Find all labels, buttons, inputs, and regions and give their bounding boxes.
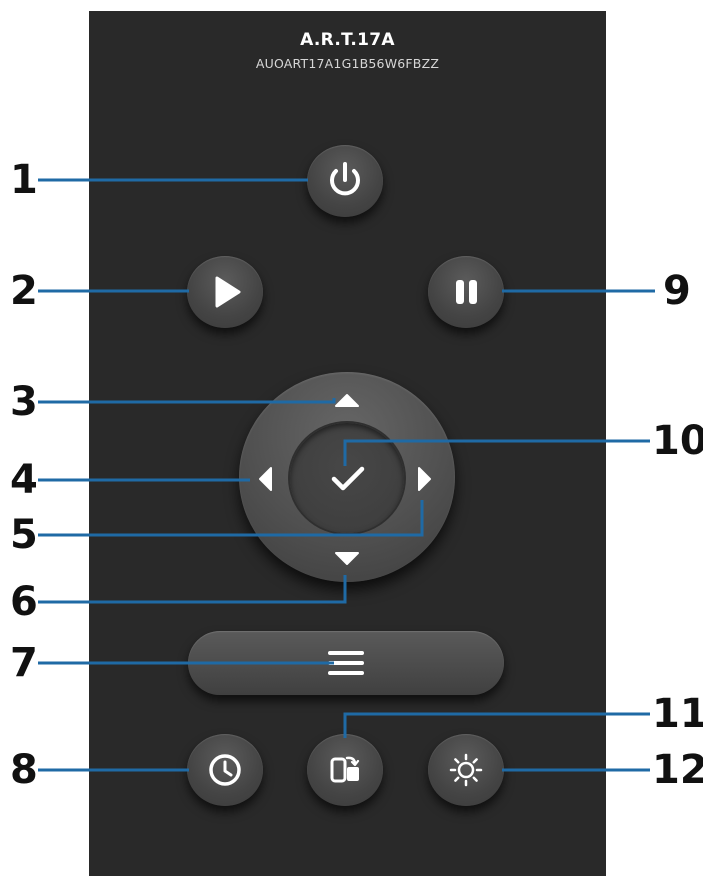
callout-number-10: 10 (652, 418, 703, 464)
callout-number-12: 12 (652, 747, 703, 793)
callout-number-8: 8 (10, 747, 38, 793)
callout-line-6 (38, 575, 347, 604)
callout-line-3 (38, 398, 336, 404)
callout-line-11 (343, 712, 650, 738)
callout-line-5 (38, 500, 424, 537)
callout-number-3: 3 (10, 379, 38, 425)
callout-number-4: 4 (10, 457, 38, 503)
callout-number-7: 7 (10, 640, 38, 686)
callout-number-6: 6 (10, 579, 38, 625)
callout-number-2: 2 (10, 268, 38, 314)
callout-lines (38, 178, 655, 772)
callout-number-11: 11 (652, 691, 703, 737)
callout-line-10 (343, 439, 650, 466)
callout-number-1: 1 (10, 157, 38, 203)
remote-control-figure: A.R.T.17A AUOART17A1G1B56W6FBZZ 1 2 3 4 … (0, 0, 703, 876)
callout-number-9: 9 (663, 268, 691, 314)
callout-number-5: 5 (10, 512, 38, 558)
